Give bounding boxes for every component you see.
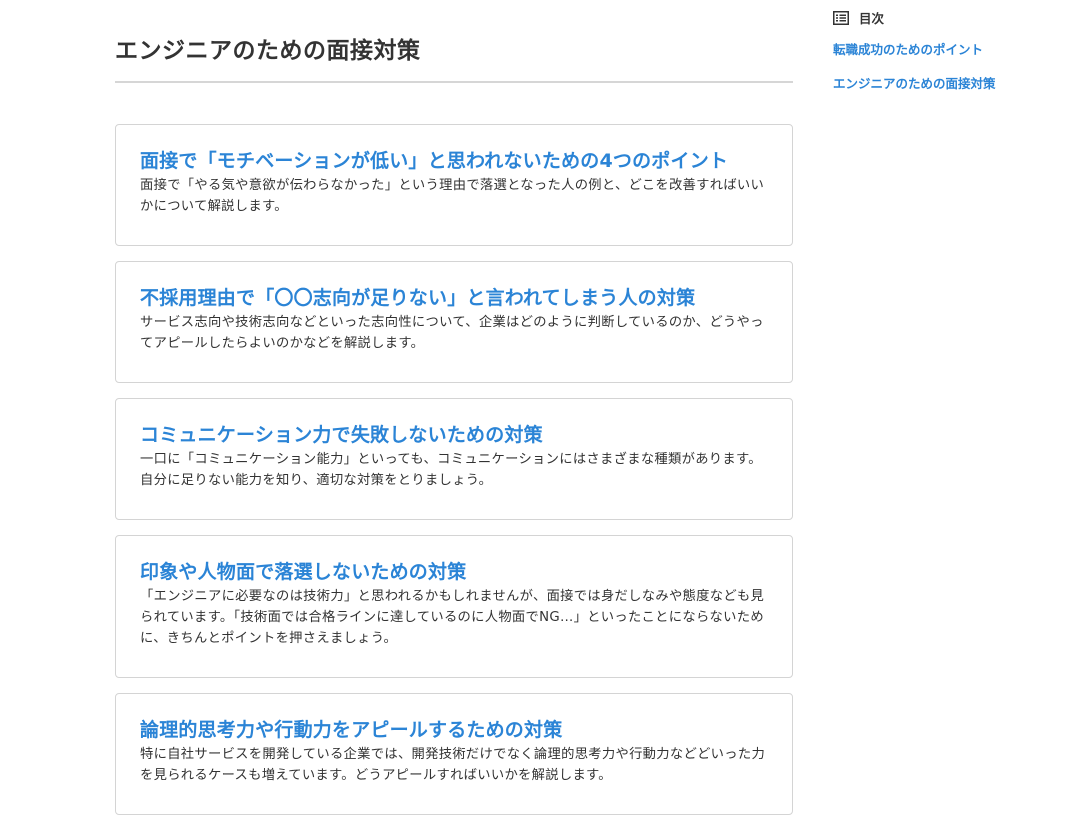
toc-title: 目次 <box>859 10 885 26</box>
article-description: 「エンジニアに必要なのは技術力」と思われるかもしれませんが、面接では身だしなみや… <box>140 589 765 646</box>
article-title-link[interactable]: コミュニケーション力で失敗しないための対策 <box>140 421 768 449</box>
article-description: 面接で「やる気や意欲が伝わらなかった」という理由で落選となった人の例と、どこを改… <box>140 178 765 214</box>
article-description: 一口に「コミュニケーション能力」といっても、コミュニケーションにはさまざまな種類… <box>140 452 762 488</box>
article-title-link[interactable]: 論理的思考力や行動力をアピールするための対策 <box>140 716 768 744</box>
toc-header: 目次 <box>833 8 1063 26</box>
article-title-link[interactable]: 印象や人物面で落選しないための対策 <box>140 558 768 586</box>
toc-link-interview-prep[interactable]: エンジニアのための面接対策 <box>833 75 1063 93</box>
article-card[interactable]: 印象や人物面で落選しないための対策 「エンジニアに必要なのは技術力」と思われるか… <box>115 535 793 678</box>
article-list: 面接で「モチベーションが低い」と思われないための4つのポイント 面接で「やる気や… <box>115 124 793 830</box>
table-of-contents: 目次 転職成功のためのポイント エンジニアのための面接対策 <box>833 8 1063 109</box>
page-title: エンジニアのための面接対策 <box>115 38 421 64</box>
article-title-link[interactable]: 面接で「モチベーションが低い」と思われないための4つのポイント <box>140 147 768 175</box>
page: エンジニアのための面接対策 面接で「モチベーションが低い」と思われないための4つ… <box>0 0 1077 834</box>
article-card[interactable]: 論理的思考力や行動力をアピールするための対策 特に自社サービスを開発している企業… <box>115 693 793 815</box>
list-icon <box>833 10 849 25</box>
title-divider <box>115 81 793 83</box>
article-title-link[interactable]: 不採用理由で「〇〇志向が足りない」と言われてしまう人の対策 <box>140 284 768 312</box>
article-card[interactable]: 不採用理由で「〇〇志向が足りない」と言われてしまう人の対策 サービス志向や技術志… <box>115 261 793 383</box>
article-card[interactable]: 面接で「モチベーションが低い」と思われないための4つのポイント 面接で「やる気や… <box>115 124 793 246</box>
article-description: 特に自社サービスを開発している企業では、開発技術だけでなく論理的思考力や行動力な… <box>140 747 766 783</box>
article-description: サービス志向や技術志向などといった志向性について、企業はどのように判断しているの… <box>140 315 764 351</box>
toc-link-career-change[interactable]: 転職成功のためのポイント <box>833 41 1063 59</box>
article-card[interactable]: コミュニケーション力で失敗しないための対策 一口に「コミュニケーション能力」とい… <box>115 398 793 520</box>
